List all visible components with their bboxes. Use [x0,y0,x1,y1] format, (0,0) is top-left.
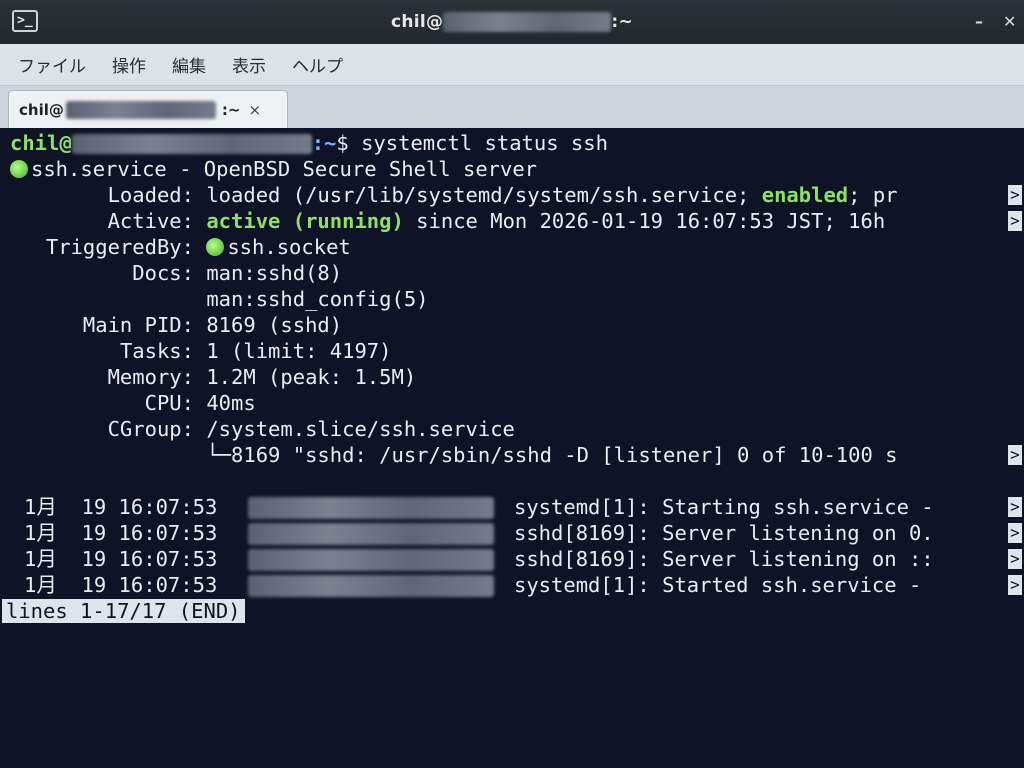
close-icon[interactable]: ✕ [1003,12,1016,31]
journal-message: sshd[8169]: Server listening on 0. [514,521,934,545]
journal-date: 1月 19 16:07:53 [24,547,218,571]
cgroup-key: CGroup: [107,417,194,441]
triggered-key: TriggeredBy: [45,235,194,259]
active-since: since Mon 2026-01-19 16:07:53 JST; 16h [403,209,886,233]
tab-terminal[interactable]: chil@ :~ × [8,90,288,128]
overflow-marker: > [1008,211,1022,231]
tab-label-user: chil@ [19,100,64,119]
menu-file[interactable]: ファイル [18,52,86,77]
menu-view[interactable]: 表示 [232,52,266,77]
journal-date: 1月 19 16:07:53 [24,495,218,519]
window-title: chil@ :~ [0,12,1024,32]
journal-row: 1月 19 16:07:53 systemd[1]: Started ssh.se… [24,572,1024,598]
cpu-key: CPU: [144,391,194,415]
docs-key: Docs: [132,261,194,285]
overflow-marker: > [1008,523,1022,543]
docs-line-2: man:sshd_config(5) [10,286,1024,312]
cgroup-line: CGroup: /system.slice/ssh.service [10,416,1024,442]
cpu-line: CPU: 40ms [10,390,1024,416]
redacted-hostname [65,100,216,119]
pager-status-line: lines 1-17/17 (END) [2,598,1024,624]
docs-line: Docs: man:sshd(8) [10,260,1024,286]
cgroup-value: /system.slice/ssh.service [194,417,515,441]
journal-message: systemd[1]: Started ssh.service - [514,573,934,597]
cpu-value: 40ms [194,391,256,415]
active-state: active (running) [194,209,404,233]
pid-key: Main PID: [82,313,194,337]
overflow-marker: > [1008,185,1022,205]
docs-value: man:sshd(8) [194,261,343,285]
tasks-key: Tasks: [119,339,194,363]
redacted-hostname [248,575,494,597]
prompt-sign: $ [336,131,349,155]
service-title: ssh.service - OpenBSD Secure Shell serve… [31,157,538,181]
tabbar: chil@ :~ × [0,86,1024,128]
journal-row: 1月 19 16:07:53 sshd[8169]: Server listeni… [24,520,1024,546]
enabled-state: enabled [761,183,849,207]
tab-close-icon[interactable]: × [248,101,261,119]
menubar: ファイル 操作 編集 表示 ヘルプ [0,44,1024,86]
docs-value: man:sshd_config(5) [194,287,429,311]
menu-help[interactable]: ヘルプ [292,52,343,77]
redacted-hostname [248,497,494,519]
redacted-hostname [248,549,494,571]
pid-line: Main PID: 8169 (sshd) [10,312,1024,338]
loaded-tail: ; pr [848,183,898,207]
pager-status: lines 1-17/17 (END) [2,599,245,623]
status-dot-icon [206,238,225,256]
journal-row: 1月 19 16:07:53 systemd[1]: Starting ssh.s… [24,494,1024,520]
redacted-hostname [443,12,612,32]
memory-key: Memory: [107,365,194,389]
loaded-key: Loaded: [107,183,194,207]
command-text: systemctl status ssh [348,131,608,155]
menu-edit[interactable]: 編集 [172,52,206,77]
window-title-user: chil@ [391,12,444,32]
window-title-path: :~ [611,12,633,32]
journal-date: 1月 19 16:07:53 [24,573,218,597]
journal-date: 1月 19 16:07:53 [24,521,218,545]
redacted-hostname [71,134,312,154]
tasks-line: Tasks: 1 (limit: 4197) [10,338,1024,364]
pid-value: 8169 (sshd) [194,313,343,337]
journal-log: 1月 19 16:07:53 systemd[1]: Starting ssh.s… [10,494,1024,598]
redacted-hostname [248,523,494,545]
cgroup-process: └─8169 "sshd: /usr/sbin/sshd -D [listene… [194,443,898,467]
loaded-line: Loaded: loaded (/usr/lib/systemd/system/… [10,182,1024,208]
overflow-marker: > [1008,575,1022,595]
minimize-icon[interactable]: – [975,12,983,31]
tab-label-path: :~ [221,100,241,119]
prompt-path: :~ [311,131,337,155]
active-line: Active: active (running) since Mon 2026-… [10,208,1024,234]
service-line: ssh.service - OpenBSD Secure Shell serve… [10,156,1024,182]
menu-actions[interactable]: 操作 [112,52,146,77]
overflow-marker: > [1008,497,1022,517]
tasks-value: 1 (limit: 4197) [194,339,392,363]
loaded-value: loaded (/usr/lib/systemd/system/ssh.serv… [194,183,762,207]
journal-message: sshd[8169]: Server listening on :: [514,547,934,571]
triggered-value: ssh.socket [227,235,351,259]
journal-message: systemd[1]: Starting ssh.service - [514,495,934,519]
triggered-line: TriggeredBy: ssh.socket [10,234,1024,260]
status-dot-icon [10,160,28,178]
prompt-line: chil@ :~$ systemctl status ssh [10,130,1024,156]
overflow-marker: > [1008,549,1022,569]
terminal-output[interactable]: chil@ :~$ systemctl status ssh ssh.servic… [0,128,1024,768]
cgroup-child-line: └─8169 "sshd: /usr/sbin/sshd -D [listene… [10,442,1024,468]
window-titlebar: >_ chil@:~ – ✕ [0,0,1024,44]
prompt-user: chil@ [10,131,72,155]
memory-value: 1.2M (peak: 1.5M) [194,365,417,389]
overflow-marker: > [1008,445,1022,465]
active-key: Active: [107,209,194,233]
memory-line: Memory: 1.2M (peak: 1.5M) [10,364,1024,390]
journal-row: 1月 19 16:07:53 sshd[8169]: Server listeni… [24,546,1024,572]
